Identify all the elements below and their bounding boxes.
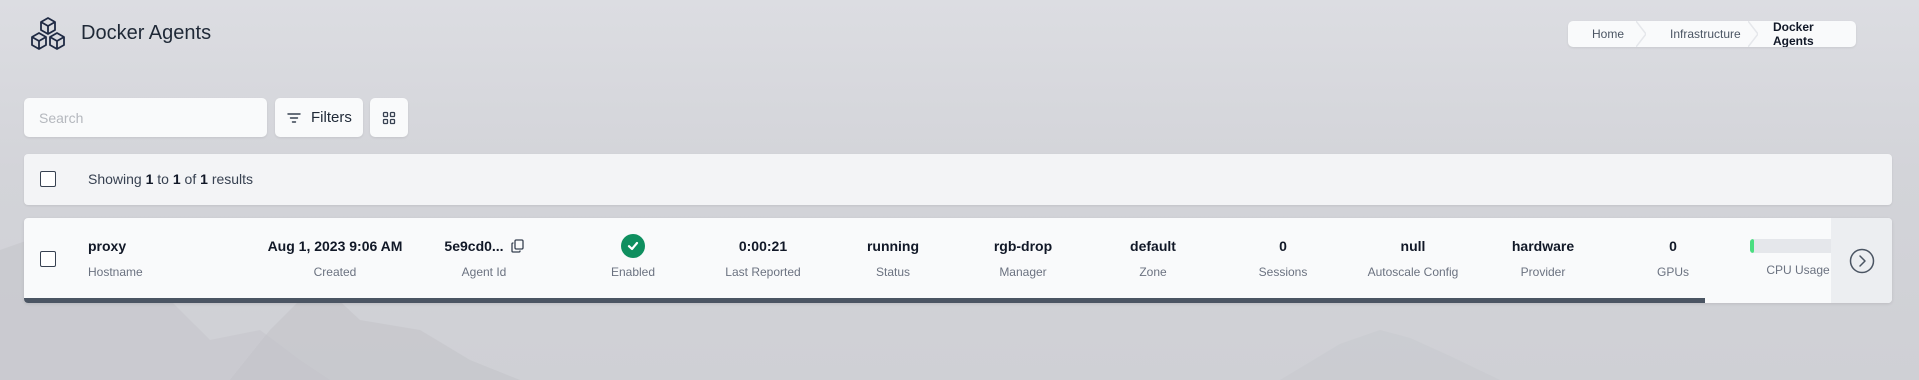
autoscale-config-label: Autoscale Config <box>1367 265 1459 279</box>
hostname-value: proxy <box>88 238 127 254</box>
gpus-value: 0 <box>1669 238 1677 254</box>
last-reported-value: 0:00:21 <box>738 238 788 254</box>
status-value: running <box>866 238 920 254</box>
search-input[interactable] <box>24 98 267 137</box>
filters-button-label: Filters <box>311 109 352 126</box>
hostname-label: Hostname <box>88 265 143 279</box>
open-agent-button[interactable] <box>1831 218 1892 303</box>
breadcrumb-separator-icon <box>1748 21 1758 47</box>
agent-id-cell: 5e9cd0... Agent Id <box>429 238 539 279</box>
agent-id-label: Agent Id <box>461 265 507 279</box>
sessions-value: 0 <box>1279 238 1287 254</box>
status-cell: running Status <box>828 238 958 279</box>
zone-label: Zone <box>1139 265 1167 279</box>
agent-row-checkbox[interactable] <box>40 251 56 267</box>
zone-cell: default Zone <box>1088 238 1218 279</box>
breadcrumb-home-label: Home <box>1592 27 1625 41</box>
autoscale-config-cell: null Autoscale Config <box>1348 238 1478 279</box>
last-reported-cell: 0:00:21 Last Reported <box>698 238 828 279</box>
results-of-word: of <box>184 171 197 187</box>
last-reported-label: Last Reported <box>725 265 801 279</box>
results-to-word: to <box>157 171 169 187</box>
enabled-label: Enabled <box>610 265 656 279</box>
filter-lines-icon <box>287 112 301 123</box>
zone-value: default <box>1130 238 1176 254</box>
grid-view-button[interactable] <box>370 98 408 137</box>
agent-row[interactable]: proxy Hostname Aug 1, 2023 9:06 AM Creat… <box>24 218 1892 303</box>
manager-cell: rgb-drop Manager <box>958 238 1088 279</box>
results-summary: Showing 1 to 1 of 1 results <box>88 171 253 187</box>
created-label: Created <box>313 265 357 279</box>
gpus-cell: 0 GPUs <box>1608 238 1738 279</box>
enabled-cell: Enabled <box>568 234 698 279</box>
page-title: Docker Agents <box>81 22 212 44</box>
breadcrumb-separator-icon <box>1636 21 1646 47</box>
created-cell: Aug 1, 2023 9:06 AM Created <box>250 238 420 279</box>
breadcrumb-home[interactable]: Home <box>1568 21 1646 47</box>
row-progress-bar <box>24 298 1706 303</box>
results-prefix: Showing <box>88 171 142 187</box>
provider-label: Provider <box>1520 265 1566 279</box>
select-all-checkbox[interactable] <box>40 171 56 187</box>
cpu-usage-fill <box>1749 239 1755 253</box>
hostname-cell: proxy Hostname <box>88 238 143 279</box>
breadcrumb-infrastructure-label: Infrastructure <box>1670 27 1741 41</box>
manager-value: rgb-drop <box>993 238 1053 254</box>
page: Docker Agents Home Infrastructure Docker… <box>0 0 1919 380</box>
results-total: 1 <box>200 171 208 187</box>
breadcrumb-docker-agents[interactable]: Docker Agents <box>1758 21 1856 47</box>
gpus-label: GPUs <box>1656 265 1689 279</box>
status-label: Status <box>875 265 911 279</box>
grid-view-icon <box>382 111 396 124</box>
provider-cell: hardware Provider <box>1478 238 1608 279</box>
results-bar: Showing 1 to 1 of 1 results <box>24 154 1892 205</box>
autoscale-config-value: null <box>1400 238 1426 254</box>
results-suffix: results <box>211 171 254 187</box>
breadcrumb-docker-agents-label: Docker Agents <box>1773 21 1814 47</box>
check-circle-icon <box>621 234 645 258</box>
filters-button[interactable]: Filters <box>275 98 363 137</box>
results-from: 1 <box>145 171 154 187</box>
sessions-label: Sessions <box>1258 265 1308 279</box>
chevron-right-circle-icon <box>1849 248 1874 273</box>
breadcrumb-infrastructure[interactable]: Infrastructure <box>1646 21 1758 47</box>
agent-id-value: 5e9cd0... <box>444 238 504 254</box>
sessions-cell: 0 Sessions <box>1218 238 1348 279</box>
provider-value: hardware <box>1511 238 1575 254</box>
manager-label: Manager <box>999 265 1047 279</box>
copy-icon[interactable] <box>510 239 524 253</box>
breadcrumb: Home Infrastructure Docker Agents <box>1568 21 1856 47</box>
created-value: Aug 1, 2023 9:06 AM <box>267 238 403 254</box>
results-to: 1 <box>172 171 181 187</box>
cubes-icon <box>31 17 65 50</box>
